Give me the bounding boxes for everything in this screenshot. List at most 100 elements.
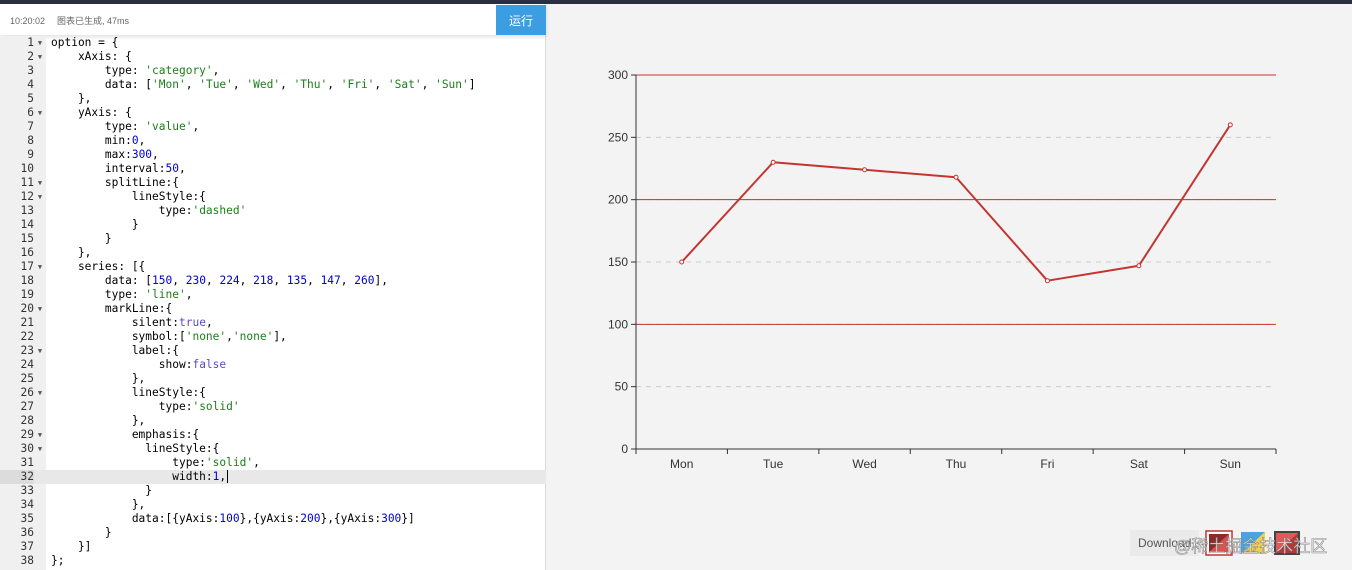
x-tick-label: Sat bbox=[1130, 457, 1149, 471]
code-text: show:false bbox=[51, 358, 227, 371]
code-line[interactable]: 12 ▼ lineStyle:{ bbox=[0, 190, 546, 204]
code-line[interactable]: 15 } bbox=[0, 232, 546, 246]
fold-toggle-icon[interactable]: ▼ bbox=[36, 428, 44, 442]
code-line[interactable]: 9 max:300, bbox=[0, 148, 546, 162]
code-editor[interactable]: 1 ▼ option = {2 ▼ xAxis: {3 type: 'category… bbox=[0, 36, 546, 570]
line-number: 5 bbox=[27, 92, 34, 105]
code-line[interactable]: 26 ▼ lineStyle:{ bbox=[0, 386, 546, 400]
code-text: silent:true, bbox=[51, 316, 213, 329]
code-text: type: 'line', bbox=[51, 288, 193, 301]
code-text: type: 'category', bbox=[51, 64, 220, 77]
code-line[interactable]: 38}; bbox=[0, 554, 546, 568]
code-line[interactable]: 13 type:'dashed' bbox=[0, 204, 546, 218]
code-line[interactable]: 3 type: 'category', bbox=[0, 64, 546, 78]
code-text: yAxis: { bbox=[51, 106, 132, 119]
code-line[interactable]: 31 type:'solid', bbox=[0, 456, 546, 470]
code-text: xAxis: { bbox=[51, 50, 132, 63]
code-line[interactable]: 24 show:false bbox=[0, 358, 546, 372]
code-line[interactable]: 28 }, bbox=[0, 414, 546, 428]
x-tick-label: Fri bbox=[1040, 457, 1054, 471]
code-line[interactable]: 34 }, bbox=[0, 498, 546, 512]
line-number: 15 bbox=[20, 232, 34, 245]
fold-toggle-icon[interactable]: ▼ bbox=[36, 190, 44, 204]
code-line[interactable]: 10 interval:50, bbox=[0, 162, 546, 176]
status-text: 10:20:02 图表已生成, 47ms bbox=[10, 14, 129, 27]
code-text: }, bbox=[51, 246, 92, 259]
line-number: 11 bbox=[20, 176, 34, 189]
line-number: 7 bbox=[27, 120, 34, 133]
fold-toggle-icon[interactable]: ▼ bbox=[36, 386, 44, 400]
line-number: 32 bbox=[0, 470, 34, 484]
fold-toggle-icon[interactable]: ▼ bbox=[36, 302, 44, 316]
line-number: 17 bbox=[20, 260, 34, 273]
run-button[interactable]: 运行 bbox=[496, 5, 546, 35]
fold-toggle-icon[interactable]: ▼ bbox=[36, 36, 44, 50]
fold-toggle-icon[interactable]: ▼ bbox=[36, 260, 44, 274]
download-label: Download bbox=[1130, 530, 1200, 556]
code-line[interactable]: 1 ▼ option = { bbox=[0, 36, 546, 50]
line-number: 30 bbox=[20, 442, 34, 455]
x-tick-label: Tue bbox=[763, 457, 784, 471]
code-line[interactable]: 25 }, bbox=[0, 372, 546, 386]
code-line[interactable]: 21 silent:true, bbox=[0, 316, 546, 330]
data-point bbox=[1136, 263, 1142, 269]
code-text: }, bbox=[51, 498, 146, 511]
code-line[interactable]: 19 type: 'line', bbox=[0, 288, 546, 302]
line-number: 35 bbox=[20, 512, 34, 525]
save-image-icon[interactable] bbox=[1205, 530, 1234, 556]
code-line[interactable]: 11 ▼ splitLine:{ bbox=[0, 176, 546, 190]
code-line[interactable]: 17 ▼ series: [{ bbox=[0, 260, 546, 274]
code-line[interactable]: 5 }, bbox=[0, 92, 546, 106]
line-number: 8 bbox=[27, 134, 34, 147]
code-line[interactable]: 2 ▼ xAxis: { bbox=[0, 50, 546, 64]
code-line[interactable]: 6 ▼ yAxis: { bbox=[0, 106, 546, 120]
fold-toggle-icon[interactable]: ▼ bbox=[36, 106, 44, 120]
code-text: min:0, bbox=[51, 134, 146, 147]
fold-toggle-icon[interactable]: ▼ bbox=[36, 176, 44, 190]
code-line[interactable]: 27 type:'solid' bbox=[0, 400, 546, 414]
line-number: 22 bbox=[20, 330, 34, 343]
code-text: }, bbox=[51, 92, 92, 105]
code-text: lineStyle:{ bbox=[51, 386, 206, 399]
code-text: width:1, bbox=[51, 470, 229, 483]
data-view-icon[interactable] bbox=[1273, 530, 1301, 556]
code-line[interactable]: 22 symbol:['none','none'], bbox=[0, 330, 546, 344]
code-line[interactable]: 16 }, bbox=[0, 246, 546, 260]
code-line[interactable]: 18 data: [150, 230, 224, 218, 135, 147, … bbox=[0, 274, 546, 288]
fold-toggle-icon[interactable]: ▼ bbox=[36, 442, 44, 456]
code-line[interactable]: 33 } bbox=[0, 484, 546, 498]
code-text: emphasis:{ bbox=[51, 428, 200, 441]
fold-toggle-icon[interactable]: ▼ bbox=[36, 50, 44, 64]
code-text: } bbox=[51, 526, 112, 539]
line-number: 10 bbox=[20, 162, 34, 175]
code-line[interactable]: 35 data:[{yAxis:100},{yAxis:200},{yAxis:… bbox=[0, 512, 546, 526]
code-line[interactable]: 36 } bbox=[0, 526, 546, 540]
code-text: type: 'value', bbox=[51, 120, 200, 133]
code-text: lineStyle:{ bbox=[51, 442, 220, 455]
code-text: symbol:['none','none'], bbox=[51, 330, 287, 343]
line-number: 3 bbox=[27, 64, 34, 77]
code-text: } bbox=[51, 484, 153, 497]
code-text: label:{ bbox=[51, 344, 179, 357]
y-tick-label: 150 bbox=[608, 255, 628, 269]
code-line[interactable]: 14 } bbox=[0, 218, 546, 232]
code-text: series: [{ bbox=[51, 260, 146, 273]
code-text: } bbox=[51, 218, 139, 231]
code-line[interactable]: 20 ▼ markLine:{ bbox=[0, 302, 546, 316]
code-text: type:'dashed' bbox=[51, 204, 247, 217]
code-line[interactable]: 30 ▼ lineStyle:{ bbox=[0, 442, 546, 456]
x-tick-label: Wed bbox=[852, 457, 876, 471]
code-line[interactable]: 29 ▼ emphasis:{ bbox=[0, 428, 546, 442]
restore-icon[interactable] bbox=[1239, 530, 1267, 556]
data-point bbox=[1044, 278, 1050, 284]
code-text: } bbox=[51, 232, 112, 245]
line-number: 21 bbox=[20, 316, 34, 329]
code-line[interactable]: 37 }] bbox=[0, 540, 546, 554]
code-line[interactable]: 32 width:1, bbox=[0, 470, 546, 484]
fold-toggle-icon[interactable]: ▼ bbox=[36, 344, 44, 358]
code-line[interactable]: 7 type: 'value', bbox=[0, 120, 546, 134]
code-line[interactable]: 23 ▼ label:{ bbox=[0, 344, 546, 358]
code-line[interactable]: 8 min:0, bbox=[0, 134, 546, 148]
text-cursor bbox=[227, 470, 229, 483]
code-line[interactable]: 4 data: ['Mon', 'Tue', 'Wed', 'Thu', 'Fr… bbox=[0, 78, 546, 92]
